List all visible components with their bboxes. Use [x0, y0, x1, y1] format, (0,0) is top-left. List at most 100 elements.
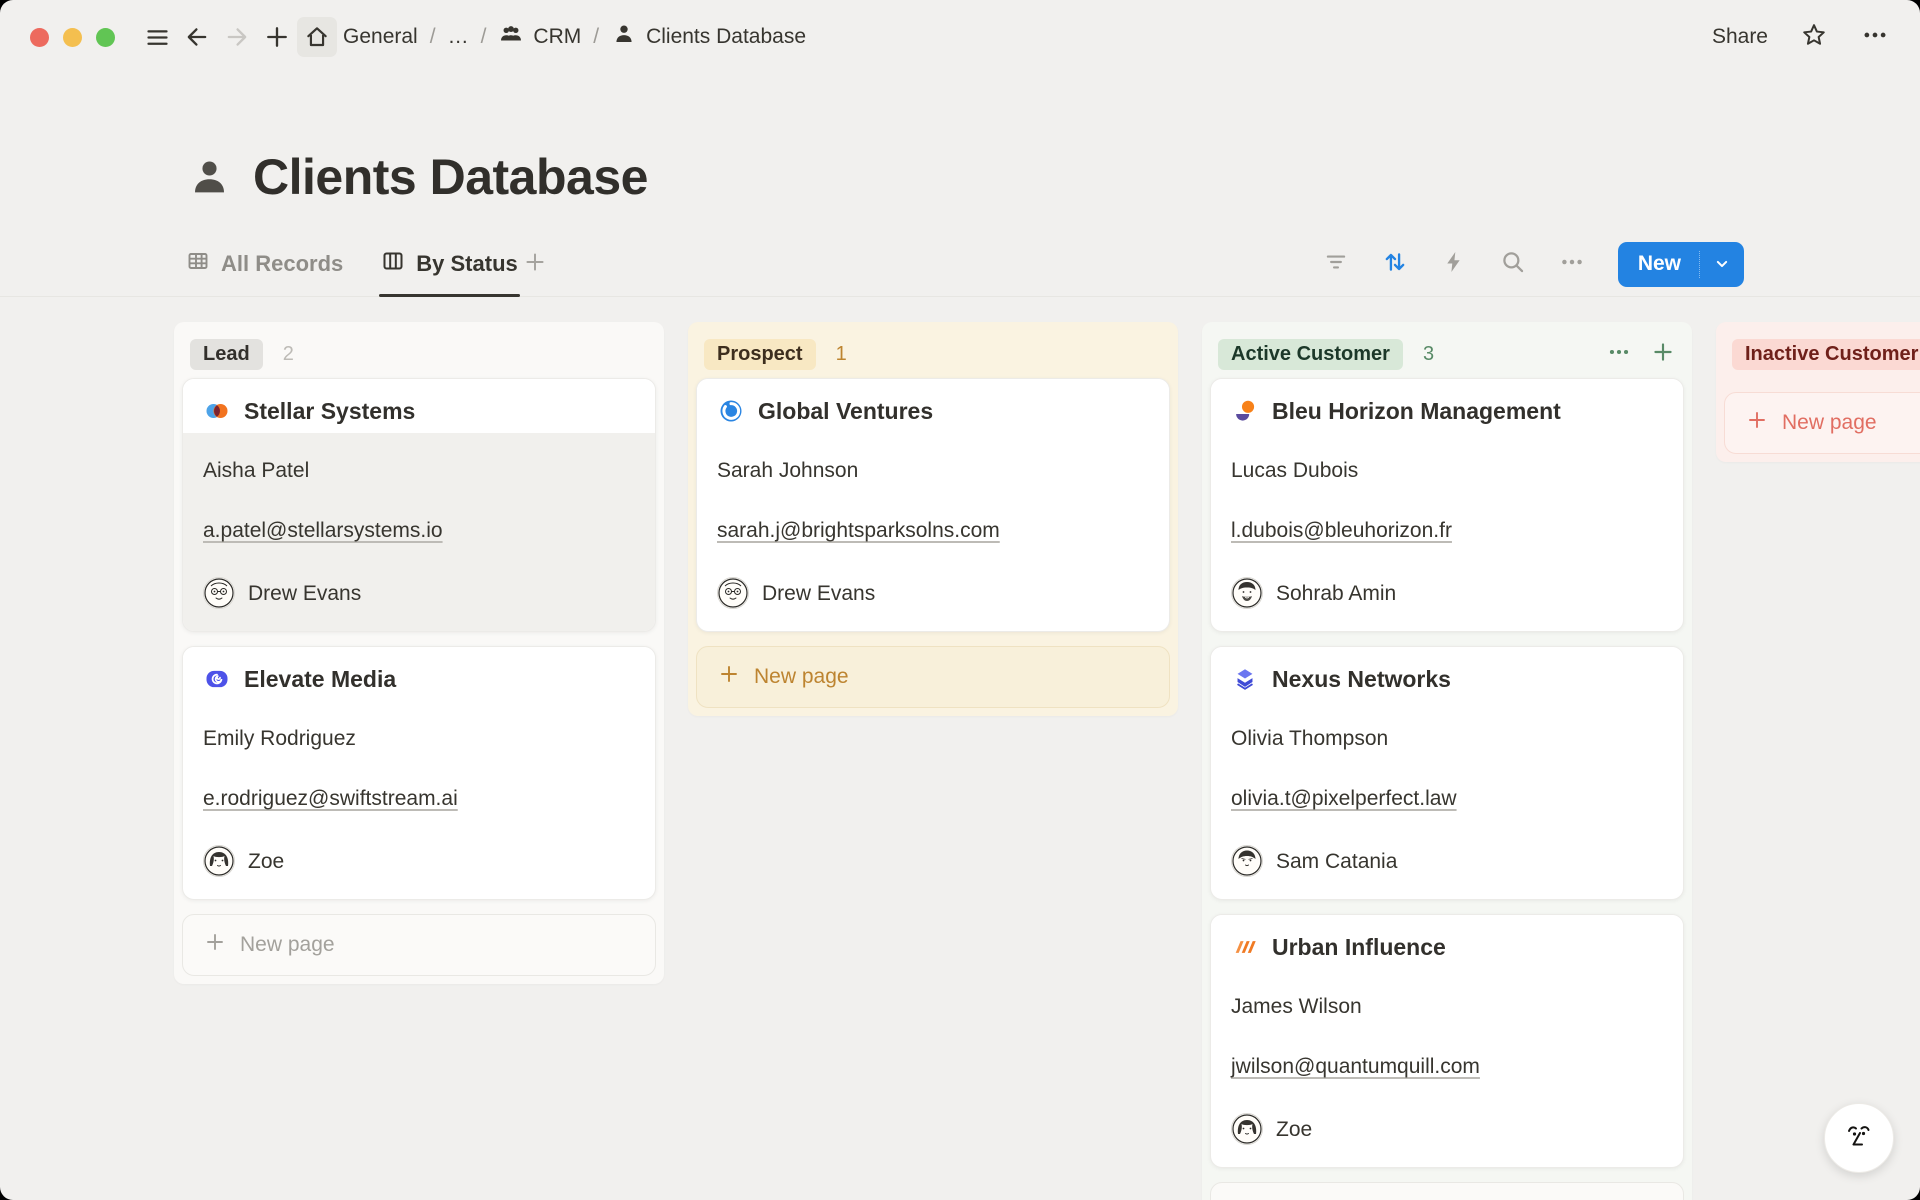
new-page-label: New page — [754, 665, 849, 689]
column-badge[interactable]: Inactive Customer — [1732, 339, 1920, 370]
board-icon — [381, 249, 405, 279]
page-header: Clients Database — [186, 148, 1920, 206]
column-cards: Stellar Systems Aisha Patel a.patel@stel… — [182, 378, 656, 900]
person-icon[interactable] — [186, 154, 233, 201]
breadcrumb-home[interactable] — [297, 17, 337, 57]
card-title: Bleu Horizon Management — [1272, 398, 1561, 425]
team-icon — [498, 21, 524, 53]
breadcrumb-item-ellipsis[interactable]: … — [448, 25, 469, 49]
notion-ai-button[interactable] — [1824, 1103, 1894, 1173]
zoom-window-button[interactable] — [96, 28, 115, 47]
share-button[interactable]: Share — [1712, 25, 1768, 49]
card-body: Lucas Dubois l.dubois@bleuhorizon.fr Soh… — [1211, 433, 1683, 631]
column-header: Inactive Customer — [1724, 330, 1920, 378]
record-card[interactable]: Nexus Networks Olivia Thompson olivia.t@… — [1210, 646, 1684, 900]
card-body: Sarah Johnson sarah.j@brightsparksolns.c… — [697, 433, 1169, 631]
app-window: General / … / CRM / Clients Database Sha… — [0, 0, 1920, 1200]
sort-icon — [1381, 248, 1409, 281]
hamburger-icon — [144, 24, 171, 51]
spiral-icon — [203, 665, 231, 693]
column-more-button[interactable] — [1606, 339, 1632, 370]
column-add-button[interactable] — [1650, 339, 1676, 370]
new-button-label: New — [1618, 252, 1699, 276]
column-cards: Global Ventures Sarah Johnson sarah.j@br… — [696, 378, 1170, 632]
breadcrumb-label: Clients Database — [646, 25, 806, 49]
column-header: Lead 2 — [182, 330, 656, 378]
automations-button[interactable] — [1441, 249, 1467, 280]
close-window-button[interactable] — [30, 28, 49, 47]
view-more-button[interactable] — [1558, 248, 1586, 281]
home-icon — [304, 24, 330, 50]
record-card[interactable]: Stellar Systems Aisha Patel a.patel@stel… — [182, 378, 656, 632]
record-card[interactable]: Elevate Media Emily Rodriguez e.rodrigue… — [182, 646, 656, 900]
add-view-button[interactable] — [522, 232, 548, 296]
card-body: James Wilson jwilson@quantumquill.com Zo… — [1211, 969, 1683, 1167]
column-badge[interactable]: Lead — [190, 339, 263, 370]
sort-button[interactable] — [1381, 248, 1409, 281]
new-page-button[interactable]: New page — [696, 646, 1170, 708]
email-link[interactable]: e.rodriguez@swiftstream.ai — [203, 787, 458, 810]
new-record-button[interactable]: New — [1618, 242, 1744, 287]
board-column-prospect: Prospect 1 Global Ventures Sarah Johnson… — [688, 322, 1178, 716]
view-tabbar: All Records By Status New — [0, 232, 1920, 297]
breadcrumb: General / … / CRM / Clients Database — [343, 21, 806, 53]
swirl-icon — [717, 397, 745, 425]
view-actions: New — [1323, 232, 1744, 296]
back-button[interactable] — [177, 17, 217, 57]
column-badge[interactable]: Active Customer — [1218, 339, 1403, 370]
venn-icon — [203, 397, 231, 425]
column-count: 3 — [1423, 343, 1434, 366]
tab-by-status[interactable]: By Status — [381, 232, 517, 296]
ai-face-icon — [1841, 1118, 1877, 1159]
forward-button[interactable] — [217, 17, 257, 57]
new-page-label: New page — [240, 933, 335, 957]
breadcrumb-label: General — [343, 25, 418, 49]
page-title: Clients Database — [253, 148, 648, 206]
card-header: Stellar Systems — [183, 379, 655, 433]
owner-field: Sohrab Amin — [1231, 577, 1663, 609]
arrow-left-icon — [183, 23, 211, 51]
avatar — [717, 577, 749, 609]
chevron-down-icon[interactable] — [1699, 251, 1744, 278]
record-card[interactable]: Global Ventures Sarah Johnson sarah.j@br… — [696, 378, 1170, 632]
card-title: Urban Influence — [1272, 934, 1446, 961]
new-page-button[interactable]: New page — [1210, 1182, 1684, 1200]
record-card[interactable]: Bleu Horizon Management Lucas Dubois l.d… — [1210, 378, 1684, 632]
tab-label: All Records — [221, 251, 343, 277]
filter-button[interactable] — [1323, 249, 1349, 280]
plus-icon — [522, 249, 548, 280]
column-badge[interactable]: Prospect — [704, 339, 816, 370]
email-link[interactable]: jwilson@quantumquill.com — [1231, 1055, 1480, 1078]
breadcrumb-item-crm[interactable]: CRM — [498, 21, 581, 53]
plus-icon — [203, 930, 227, 960]
minimize-window-button[interactable] — [63, 28, 82, 47]
column-cards: Bleu Horizon Management Lucas Dubois l.d… — [1210, 378, 1684, 1168]
favorite-button[interactable] — [1800, 21, 1828, 54]
email-link[interactable]: l.dubois@bleuhorizon.fr — [1231, 519, 1452, 542]
owner-field: Sam Catania — [1231, 845, 1663, 877]
email-link[interactable]: a.patel@stellarsystems.io — [203, 519, 443, 542]
email-link[interactable]: sarah.j@brightsparksolns.com — [717, 519, 1000, 542]
owner-field: Zoe — [1231, 1113, 1663, 1145]
owner-name: Drew Evans — [248, 580, 361, 607]
avatar — [203, 845, 235, 877]
new-page-button[interactable]: New page — [1724, 392, 1920, 454]
column-count: 1 — [836, 343, 847, 366]
email-link[interactable]: olivia.t@pixelperfect.law — [1231, 787, 1457, 810]
contact-name: Lucas Dubois — [1231, 457, 1663, 484]
kanban-board: Lead 2 Stellar Systems Aisha Patel a.pat… — [0, 297, 1920, 1200]
view-tabs: All Records By Status — [186, 232, 518, 296]
column-header: Active Customer 3 — [1210, 330, 1684, 378]
new-tab-button[interactable] — [257, 17, 297, 57]
breadcrumb-item-general[interactable]: General — [343, 25, 418, 49]
breadcrumb-separator: / — [430, 25, 436, 49]
tab-label: By Status — [416, 251, 517, 277]
sidebar-toggle-button[interactable] — [137, 17, 177, 57]
card-header: Urban Influence — [1211, 915, 1683, 969]
record-card[interactable]: Urban Influence James Wilson jwilson@qua… — [1210, 914, 1684, 1168]
search-button[interactable] — [1499, 248, 1526, 280]
breadcrumb-item-clients-database[interactable]: Clients Database — [611, 21, 806, 53]
tab-all-records[interactable]: All Records — [186, 232, 343, 296]
new-page-button[interactable]: New page — [182, 914, 656, 976]
page-more-button[interactable] — [1860, 20, 1890, 55]
